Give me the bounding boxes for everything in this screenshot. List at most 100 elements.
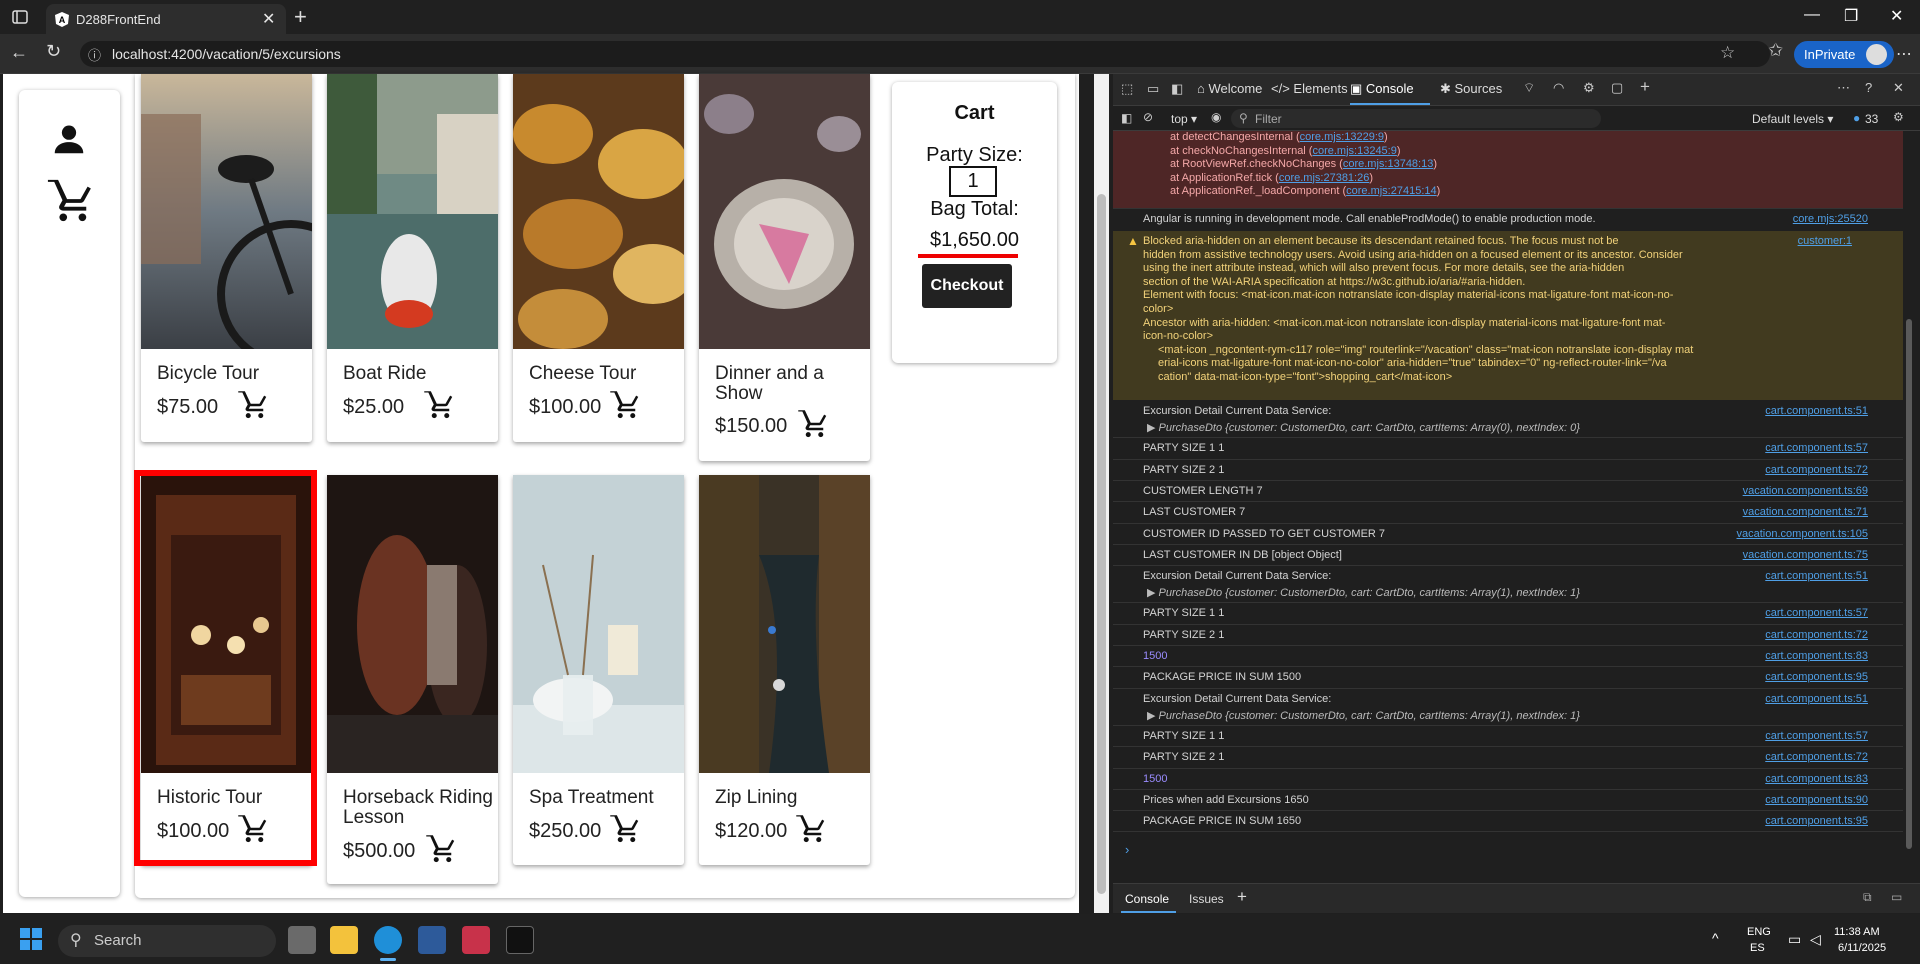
- log-source-link[interactable]: cart.component.ts:72: [1765, 751, 1868, 763]
- close-drawer-icon[interactable]: ▭: [1891, 890, 1902, 904]
- scrollbar-thumb[interactable]: [1097, 194, 1106, 894]
- inspect-icon[interactable]: ⬚: [1121, 81, 1133, 97]
- browser-menu-icon[interactable]: ⋯: [1896, 44, 1912, 64]
- excursion-card[interactable]: Zip Lining $120.00: [699, 475, 870, 865]
- add-to-cart-icon[interactable]: [421, 390, 455, 420]
- new-tab-icon[interactable]: +: [294, 4, 307, 30]
- excursion-card[interactable]: Boat Ride $25.00: [327, 74, 498, 442]
- terminal-app-icon[interactable]: [506, 926, 534, 954]
- tab-actions-icon[interactable]: [12, 9, 28, 25]
- favorite-star-icon[interactable]: ☆: [1720, 43, 1735, 63]
- clock-time[interactable]: 11:38 AM: [1834, 926, 1880, 938]
- log-source-link[interactable]: vacation.component.ts:71: [1743, 506, 1868, 518]
- add-to-cart-icon[interactable]: [793, 814, 827, 844]
- person-icon[interactable]: [50, 120, 88, 158]
- log-source-link[interactable]: cart.component.ts:95: [1765, 671, 1868, 683]
- help-icon[interactable]: ?: [1865, 80, 1872, 95]
- restore-icon[interactable]: ❐: [1844, 6, 1858, 26]
- close-window-icon[interactable]: ✕: [1890, 6, 1903, 26]
- intellij-app-icon[interactable]: [462, 926, 490, 954]
- file-explorer-icon[interactable]: [330, 926, 358, 954]
- stack-frame-link[interactable]: core.mjs:27415:14: [1346, 185, 1437, 197]
- favorites-icon[interactable]: ✩: [1768, 40, 1783, 61]
- taskbar-search[interactable]: ⚲ Search: [58, 925, 276, 957]
- add-to-cart-icon[interactable]: [607, 814, 641, 844]
- add-to-cart-icon[interactable]: [423, 834, 457, 864]
- tab-elements[interactable]: </> Elements: [1271, 81, 1348, 96]
- tab-sources[interactable]: ✱ Sources: [1440, 81, 1502, 97]
- issues-icon[interactable]: ●: [1853, 111, 1860, 125]
- angular-source-link[interactable]: core.mjs:25520: [1793, 213, 1868, 225]
- log-source-link[interactable]: cart.component.ts:57: [1765, 607, 1868, 619]
- tab-console[interactable]: ▣ Console: [1350, 81, 1414, 97]
- clock-date[interactable]: 6/11/2025: [1838, 942, 1886, 954]
- more-tools-icon[interactable]: +: [1640, 77, 1650, 97]
- log-source-link[interactable]: cart.component.ts:57: [1765, 730, 1868, 742]
- more-options-icon[interactable]: ⋯: [1837, 80, 1850, 96]
- network-icon[interactable]: ⌔: [1523, 80, 1535, 96]
- log-source-link[interactable]: vacation.component.ts:69: [1743, 485, 1868, 497]
- tray-overflow-icon[interactable]: ^: [1712, 930, 1719, 946]
- stack-frame-link[interactable]: core.mjs:13229:9: [1300, 131, 1384, 143]
- dock-drawer-icon[interactable]: ⧉: [1863, 890, 1872, 905]
- volume-icon[interactable]: ◁: [1810, 931, 1821, 948]
- browser-tab[interactable]: A D288FrontEnd ✕: [46, 4, 286, 34]
- log-source-link[interactable]: cart.component.ts:90: [1765, 794, 1868, 806]
- log-source-link[interactable]: cart.component.ts:95: [1765, 815, 1868, 827]
- site-info-icon[interactable]: ⓘ: [88, 45, 101, 64]
- page-scrollbar[interactable]: [1094, 74, 1109, 913]
- party-size-input[interactable]: 1: [949, 166, 997, 197]
- console-prompt-icon[interactable]: ›: [1125, 842, 1129, 857]
- stack-frame-link[interactable]: core.mjs:27381:26: [1279, 172, 1370, 184]
- lang-indicator-line2[interactable]: ES: [1750, 942, 1765, 954]
- filter-input[interactable]: ⚲ Filter: [1231, 109, 1601, 128]
- inprivate-badge[interactable]: InPrivate: [1794, 41, 1894, 68]
- settings-gear-icon[interactable]: ⚙: [1583, 80, 1595, 96]
- device-icon[interactable]: ▭: [1147, 81, 1159, 97]
- edge-browser-icon[interactable]: [374, 926, 402, 954]
- log-levels-select[interactable]: Default levels ▾: [1752, 112, 1833, 126]
- back-icon[interactable]: ←: [10, 42, 28, 63]
- performance-icon[interactable]: ◠: [1553, 80, 1564, 96]
- shopping-cart-icon[interactable]: [46, 178, 92, 224]
- issues-count[interactable]: 33: [1865, 112, 1878, 126]
- close-devtools-icon[interactable]: ✕: [1893, 80, 1904, 96]
- stack-frame-link[interactable]: core.mjs:13245:9: [1312, 145, 1396, 157]
- log-source-link[interactable]: cart.component.ts:72: [1765, 629, 1868, 641]
- stack-frame-link[interactable]: core.mjs:13748:13: [1343, 158, 1434, 170]
- checkout-button[interactable]: Checkout: [922, 264, 1012, 308]
- context-select[interactable]: top ▾: [1171, 112, 1197, 126]
- windows-start-icon[interactable]: [20, 928, 42, 950]
- excursion-card[interactable]: Bicycle Tour $75.00: [141, 74, 312, 442]
- drawer-tab-console[interactable]: Console: [1125, 892, 1169, 906]
- log-source-link[interactable]: cart.component.ts:57: [1765, 442, 1868, 454]
- log-source-link[interactable]: cart.component.ts:51: [1765, 405, 1868, 417]
- add-drawer-tab-icon[interactable]: +: [1237, 887, 1247, 907]
- log-source-link[interactable]: vacation.component.ts:75: [1743, 549, 1868, 561]
- log-source-link[interactable]: cart.component.ts:51: [1765, 693, 1868, 705]
- excursion-card[interactable]: Horseback Riding Lesson $500.00: [327, 475, 498, 884]
- console-scrollbar-thumb[interactable]: [1906, 319, 1912, 849]
- add-to-cart-icon[interactable]: [795, 409, 829, 439]
- console-settings-icon[interactable]: ⚙: [1893, 110, 1904, 124]
- live-expression-icon[interactable]: ◉: [1211, 110, 1221, 124]
- sidebar-toggle-icon[interactable]: ◧: [1121, 111, 1132, 125]
- close-tab-icon[interactable]: ✕: [262, 9, 275, 29]
- add-to-cart-icon[interactable]: [607, 390, 641, 420]
- add-to-cart-icon[interactable]: [235, 390, 269, 420]
- task-view-icon[interactable]: [288, 926, 316, 954]
- tab-welcome[interactable]: ⌂ Welcome: [1197, 81, 1262, 96]
- refresh-icon[interactable]: ↻: [46, 41, 61, 62]
- log-source-link[interactable]: cart.component.ts:83: [1765, 773, 1868, 785]
- log-source-link[interactable]: vacation.component.ts:105: [1737, 528, 1868, 540]
- ide-app-icon[interactable]: [418, 926, 446, 954]
- drawer-tab-issues[interactable]: Issues: [1189, 892, 1224, 906]
- lang-indicator-line1[interactable]: ENG: [1747, 926, 1771, 938]
- excursion-card[interactable]: Spa Treatment $250.00: [513, 475, 684, 865]
- clear-console-icon[interactable]: ⊘: [1143, 110, 1153, 124]
- application-icon[interactable]: ▢: [1611, 80, 1623, 96]
- log-source-link[interactable]: cart.component.ts:72: [1765, 464, 1868, 476]
- network-tray-icon[interactable]: ▭: [1788, 931, 1801, 948]
- url-field[interactable]: ⓘ localhost:4200/vacation/5/excursions ☆: [80, 41, 1770, 67]
- minimize-icon[interactable]: —: [1804, 6, 1820, 24]
